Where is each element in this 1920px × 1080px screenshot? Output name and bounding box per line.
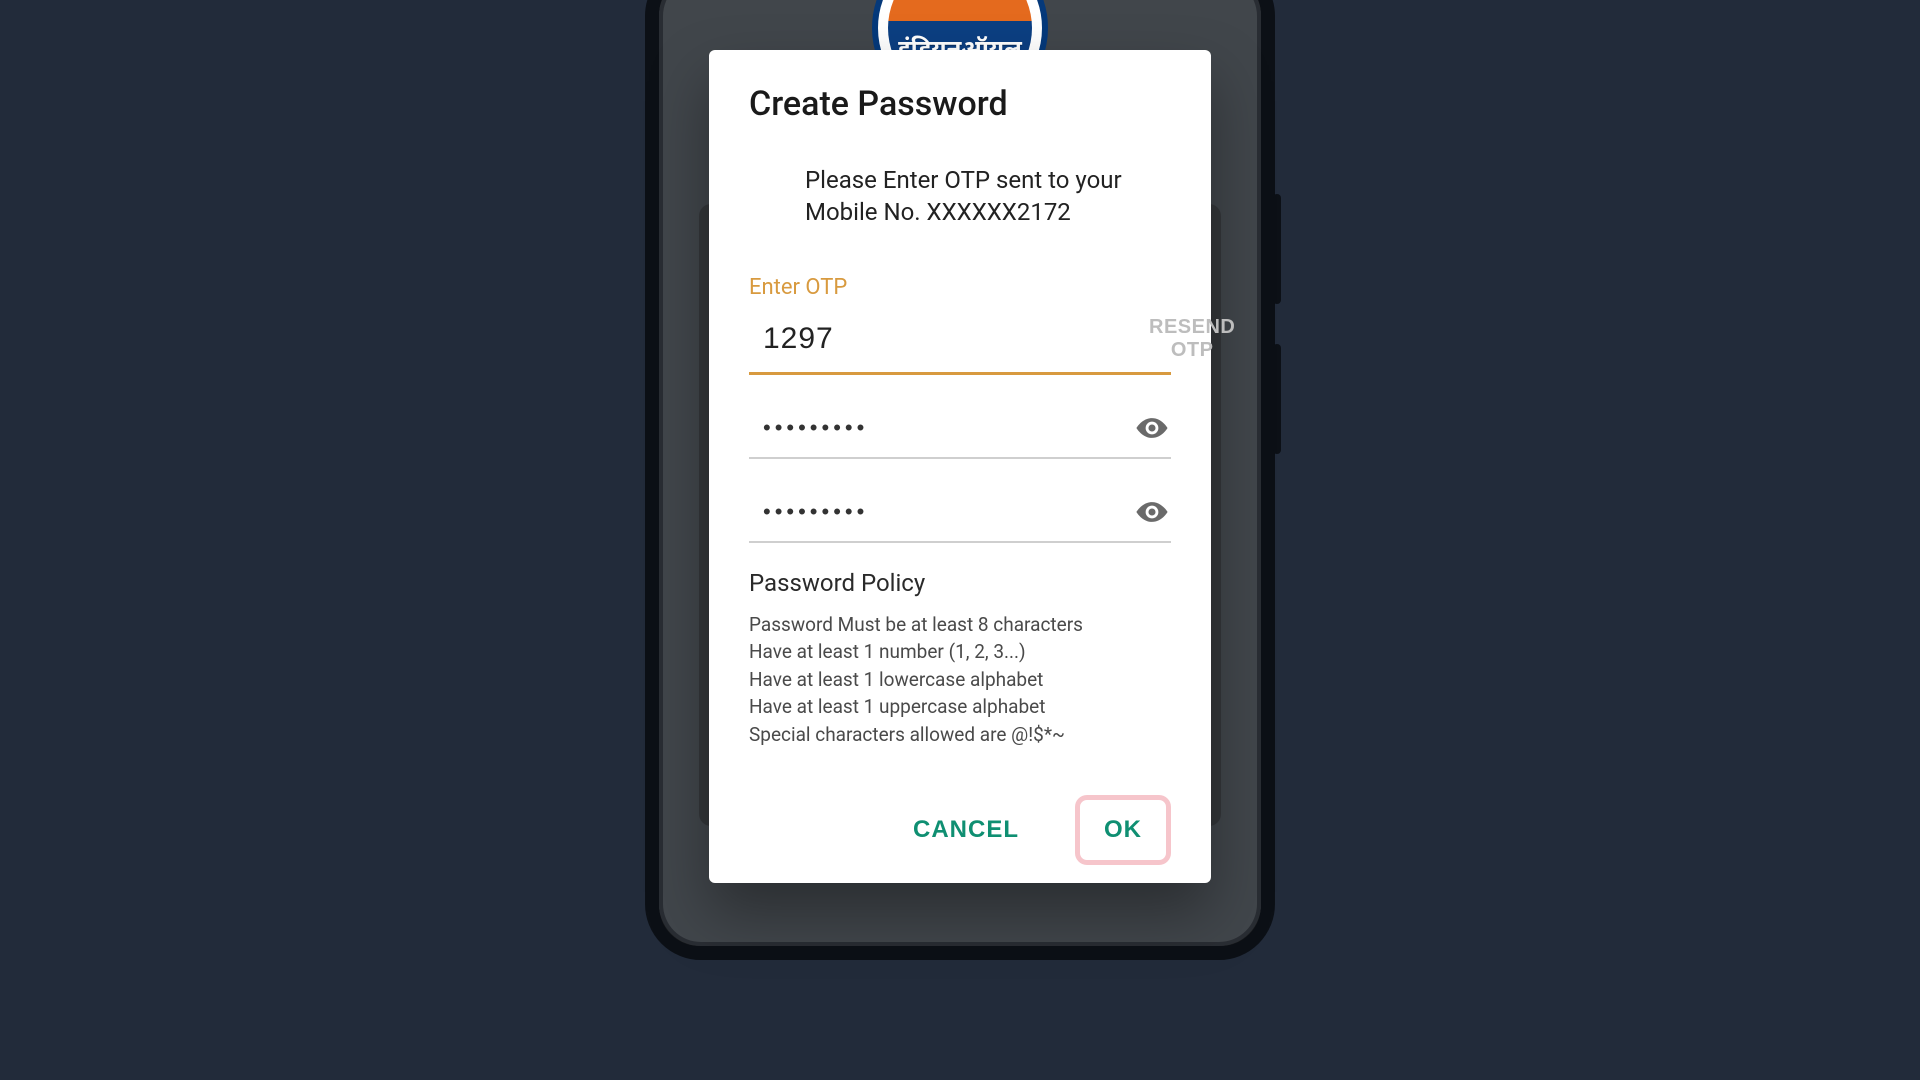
policy-rule: Password Must be at least 8 characters	[749, 611, 1171, 639]
password-input[interactable]	[749, 415, 1133, 441]
password-policy-list: Password Must be at least 8 characters H…	[749, 611, 1171, 749]
confirm-password-field	[749, 485, 1171, 543]
dialog-title: Create Password	[749, 84, 1171, 124]
toggle-password-visibility-icon[interactable]	[1133, 409, 1171, 447]
resend-otp-button[interactable]: RESEND OTP	[1149, 316, 1235, 362]
otp-instruction: Please Enter OTP sent to your Mobile No.…	[805, 164, 1165, 229]
phone-side-button	[1273, 344, 1281, 454]
policy-rule: Special characters allowed are @!$*~	[749, 721, 1171, 749]
policy-rule: Have at least 1 uppercase alphabet	[749, 693, 1171, 721]
password-field	[749, 401, 1171, 459]
toggle-confirm-visibility-icon[interactable]	[1133, 493, 1171, 531]
ok-highlight: OK	[1075, 795, 1171, 865]
ok-button[interactable]: OK	[1082, 802, 1164, 858]
otp-input[interactable]	[749, 322, 1149, 356]
phone-frame: इंडियनऑयल sd RNA Create Password Please …	[645, 0, 1275, 960]
create-password-dialog: Create Password Please Enter OTP sent to…	[709, 50, 1211, 883]
otp-label: Enter OTP	[749, 275, 1171, 300]
cancel-button[interactable]: CANCEL	[891, 795, 1041, 865]
policy-rule: Have at least 1 number (1, 2, 3...)	[749, 638, 1171, 666]
policy-rule: Have at least 1 lowercase alphabet	[749, 666, 1171, 694]
otp-field: Enter OTP RESEND OTP	[749, 275, 1171, 375]
dialog-actions: CANCEL OK	[749, 795, 1171, 865]
confirm-password-input[interactable]	[749, 499, 1133, 525]
password-policy-heading: Password Policy	[749, 569, 1171, 597]
phone-side-button	[1273, 194, 1281, 304]
